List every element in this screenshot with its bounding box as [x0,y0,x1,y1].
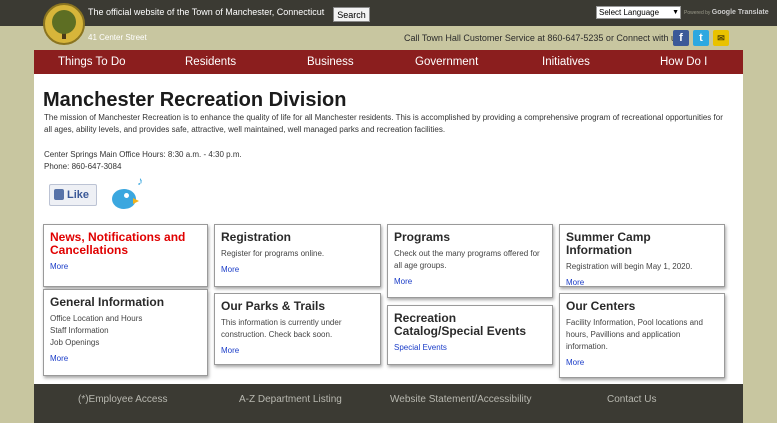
card-title: General Information [50,295,165,309]
card-list: Office Location and Hours Staff Informat… [50,313,201,349]
nav-how-do-i[interactable]: How Do I [660,50,707,74]
list-item[interactable]: Staff Information [50,325,201,337]
card-recreation-catalog: Recreation Catalog/Special Events Specia… [387,305,553,365]
office-hours-text: Center Springs Main Office Hours: 8:30 a… [44,150,242,159]
phone-text: Phone: 860-647-3084 [44,162,122,171]
bird-eye [124,193,129,198]
card-title: Registration [221,230,292,244]
twitter-bird-icon[interactable] [109,179,139,211]
card-desc: Register for programs online. [221,249,325,258]
footer-az-department-listing[interactable]: A-Z Department Listing [239,394,342,405]
chevron-down-icon: ▼ [672,9,679,16]
thumbs-up-icon [54,189,64,200]
language-select-value: Select Language [599,8,660,17]
card-title: Our Parks & Trails [221,299,326,313]
music-note-icon: ♪ [137,174,143,188]
bird-beak [133,198,139,204]
main-nav: Things To Do Residents Business Governme… [34,50,743,74]
card-title: Our Centers [566,299,636,313]
more-link[interactable]: More [50,262,201,271]
powered-by-text: Powered by [684,10,711,16]
nav-residents[interactable]: Residents [185,50,236,74]
footer-contact-us[interactable]: Contact Us [607,394,656,405]
town-seal-logo[interactable] [43,3,85,45]
more-link[interactable]: More [221,265,374,274]
mission-text: The mission of Manchester Recreation is … [44,113,723,134]
card-title: Programs [394,230,451,244]
call-town-hall-text: Call Town Hall Customer Service at 860-6… [404,33,683,43]
facebook-icon[interactable]: f [673,30,689,46]
card-title: Summer Camp Information [566,230,651,257]
like-label: Like [67,189,90,201]
translate-brand: Google Translate [711,9,769,16]
more-link[interactable]: More [221,346,374,355]
facebook-like-button[interactable]: Like [49,184,97,206]
nav-things-to-do[interactable]: Things To Do [58,50,126,74]
site-tagline: The official website of the Town of Manc… [88,7,325,17]
card-news: News, Notifications and Cancellations Mo… [43,224,208,287]
twitter-icon[interactable]: t [693,30,709,46]
more-link[interactable]: More [566,358,718,367]
search-button[interactable]: Search [333,7,370,22]
main-content: Manchester Recreation Division The missi… [34,74,743,384]
card-desc: Check out the many programs offered for … [394,249,540,270]
more-link[interactable]: More [50,354,201,363]
mail-icon[interactable]: ✉ [713,30,729,46]
language-select[interactable]: Select Language ▼ [596,6,681,19]
card-desc: This information is currently under cons… [221,318,342,339]
list-item[interactable]: Office Location and Hours [50,313,201,325]
list-item[interactable]: Job Openings [50,337,201,349]
more-link[interactable]: More [394,277,546,286]
card-programs: Programs Check out the many programs off… [387,224,553,298]
nav-initiatives[interactable]: Initiatives [542,50,590,74]
footer: (*)Employee Access A-Z Department Listin… [34,384,743,423]
special-events-link[interactable]: Special Events [394,343,546,352]
card-desc: Registration will begin May 1, 2020. [566,262,693,271]
more-link[interactable]: More [566,278,718,287]
address-link[interactable]: 41 Center Street [88,33,147,42]
card-title: Recreation Catalog/Special Events [394,311,527,338]
card-title: News, Notifications and Cancellations [50,230,186,257]
card-our-centers: Our Centers Facility Information, Pool l… [559,293,725,378]
tree-icon [52,10,76,34]
office-hours: Center Springs Main Office Hours: 8:30 a… [44,149,242,173]
powered-by-translate[interactable]: Powered by Google Translate [684,9,769,16]
nav-government[interactable]: Government [415,50,478,74]
footer-employee-access[interactable]: (*)Employee Access [78,394,167,405]
footer-website-statement[interactable]: Website Statement/Accessibility [390,394,532,405]
card-registration: Registration Register for programs onlin… [214,224,381,287]
card-summer-camp: Summer Camp Information Registration wil… [559,224,725,287]
page-title: Manchester Recreation Division [43,89,347,111]
card-parks-trails: Our Parks & Trails This information is c… [214,293,381,365]
nav-business[interactable]: Business [307,50,354,74]
card-desc: Facility Information, Pool locations and… [566,318,703,351]
card-general-information: General Information Office Location and … [43,289,208,376]
